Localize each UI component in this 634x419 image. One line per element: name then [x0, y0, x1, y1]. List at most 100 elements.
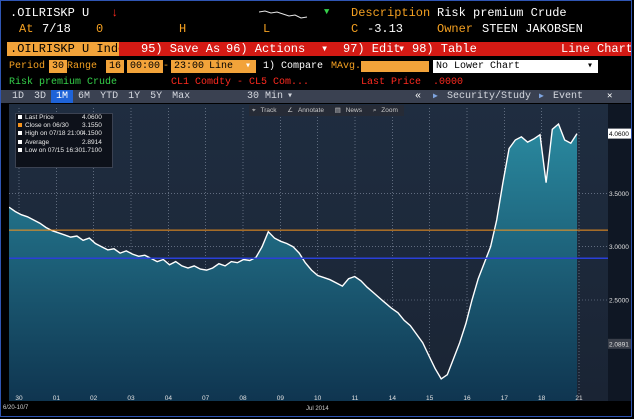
low-label: L [263, 22, 271, 36]
legend-marker-icon [18, 139, 22, 144]
x-tick-label: 10 [314, 395, 322, 401]
ticker-label: .OILRISKP U [10, 6, 90, 20]
close-panel-icon[interactable]: ✕ [607, 90, 612, 103]
month-label: Jul 2014 [306, 406, 329, 412]
legend-marker-icon [18, 115, 22, 119]
tab-max[interactable]: Max [167, 90, 195, 103]
actions-dropdown-icon[interactable]: ▾ [321, 42, 328, 56]
legend-label: High on 07/18 21:00 [25, 130, 84, 138]
x-tick-label: 30 [15, 395, 23, 401]
tab-5y[interactable]: 5Y [145, 90, 167, 103]
collapse-icon[interactable]: « [415, 90, 421, 103]
legend-marker-icon [18, 123, 22, 128]
actions-menu[interactable]: 96) Actions [226, 42, 305, 56]
legend-marker-icon [18, 131, 22, 136]
time-end-field[interactable]: 23:00 [171, 60, 208, 73]
security-name: Risk premium Crude [9, 77, 118, 88]
legend-label: Average [25, 138, 50, 146]
legend-value: 2.8914 [82, 138, 102, 146]
last-price-label: Last Price [361, 77, 422, 88]
time-start-field[interactable]: 00:00 [127, 60, 164, 73]
up-green-icon: ▼ [324, 7, 330, 17]
legend-item: Average 2.8914 [16, 139, 112, 147]
x-tick-label: 18 [538, 395, 546, 401]
x-tick-label: 21 [575, 395, 583, 401]
x-tick-label: 09 [277, 395, 285, 401]
range-label: Range [67, 61, 98, 72]
close-value: -3.13 [367, 22, 404, 36]
sparkline-icon [259, 10, 308, 19]
y-axis: 4.0600 3.5000 3.0000 2.5000 2.0891 [608, 104, 631, 401]
y-tick-label: 2.5000 [609, 298, 629, 305]
event-button[interactable]: Event [553, 90, 583, 103]
y-tick-label: 4.0600 [609, 131, 629, 138]
news-button[interactable]: ▤ News [332, 105, 368, 116]
description-value: Risk premium Crude [437, 6, 567, 20]
timeframe-tabs: 1D 3D 1M 6M YTD 1Y 5Y Max [7, 90, 195, 103]
security-study-button[interactable]: Security/Study [447, 90, 531, 103]
tab-1y[interactable]: 1Y [123, 90, 145, 103]
table-button[interactable]: 98) Table [412, 42, 477, 56]
timeframe-bar: 1D 3D 1M 6M YTD 1Y 5Y Max 30 Min ▾ « ▶ Security… [1, 90, 631, 103]
interval-select[interactable]: 30 Min [247, 90, 283, 103]
legend-label: Close on 06/30 [25, 122, 69, 130]
security-study-icon: ▶ [433, 92, 438, 101]
at-date: 7/18 [42, 22, 71, 36]
save-as-button[interactable]: 95) Save As [141, 42, 220, 56]
y-tick-label: 3.0000 [609, 244, 629, 251]
y-tick-label: 3.5000 [609, 191, 629, 198]
legend-value: 1.7100 [82, 146, 102, 154]
event-icon: ▶ [539, 92, 544, 101]
y-axis-background [608, 104, 631, 401]
open-label: 0 [96, 22, 104, 36]
legend-label: Last Price [25, 114, 54, 121]
edit-dropdown-icon[interactable]: ▾ [398, 42, 405, 56]
legend-marker-icon [18, 147, 22, 152]
tab-ytd[interactable]: YTD [95, 90, 123, 103]
index-label[interactable]: .OILRISKP U Index [7, 42, 132, 56]
down-arrow-icon: ↓ [111, 6, 119, 20]
mavg-field[interactable] [361, 61, 429, 72]
tab-3d[interactable]: 3D [29, 90, 51, 103]
tab-6m[interactable]: 6M [73, 90, 95, 103]
chart-type-dropdown-icon[interactable]: ▾ [245, 60, 251, 73]
status-row: Risk premium Crude CL1 Comdty - CL5 Com.… [1, 77, 631, 89]
controls-bar: Period 30 Range 16 00:00 - 23:00 Line ▾ … [1, 60, 631, 73]
x-tick-label: 15 [426, 395, 434, 401]
header-row-1: .OILRISKP U ↓ ▼ Description Risk premium… [1, 6, 631, 20]
x-tick-label: 01 [53, 395, 61, 401]
time-sep: - [163, 61, 170, 72]
period-field[interactable]: 30 [49, 60, 68, 73]
x-tick-label: 02 [90, 395, 98, 401]
header-row-2: At 7/18 0 H L C -3.13 Owner STEEN JAKOBS… [1, 22, 631, 36]
x-tick-label: 08 [239, 395, 247, 401]
x-tick-label: 11 [352, 395, 359, 401]
x-tick-label: 03 [127, 395, 135, 401]
high-label: H [179, 22, 187, 36]
tab-1m[interactable]: 1M [51, 90, 74, 103]
last-price-value: .0000 [433, 77, 464, 88]
owner-value: STEEN JAKOBSEN [482, 22, 583, 36]
legend-value: 4.0600 [82, 114, 102, 121]
annotate-button[interactable]: ∠ Annotate [284, 105, 330, 116]
tab-1d[interactable]: 1D [7, 90, 29, 103]
period-label: Period [9, 61, 46, 72]
compare-button[interactable]: 1) Compare [263, 60, 323, 73]
edit-menu[interactable]: 97) Edit [343, 42, 401, 56]
line-chart-label[interactable]: Line Chart [561, 42, 631, 56]
track-button[interactable]: ⌖ Track [249, 105, 282, 116]
mavg-label: MAvg. [331, 61, 362, 72]
owner-label: Owner [437, 22, 474, 36]
x-tick-label: 07 [202, 395, 210, 401]
legend-value: 3.1550 [82, 122, 102, 130]
lower-chart-dropdown-icon[interactable]: ▾ [587, 60, 593, 73]
at-label: At [19, 22, 34, 36]
zoom-button[interactable]: ⌕ Zoom [370, 105, 404, 116]
range-field[interactable]: 16 [106, 60, 125, 73]
legend-item: Low on 07/15 16:30 1.7100 [16, 147, 112, 155]
date-range-label: 6/20-10/7 [3, 405, 29, 411]
interval-dropdown-icon[interactable]: ▾ [287, 90, 293, 103]
formula-text: CL1 Comdty - CL5 Com... [171, 77, 310, 88]
legend-item: High on 07/18 21:00 4.1500 [16, 130, 112, 138]
close-label: C [351, 22, 359, 36]
